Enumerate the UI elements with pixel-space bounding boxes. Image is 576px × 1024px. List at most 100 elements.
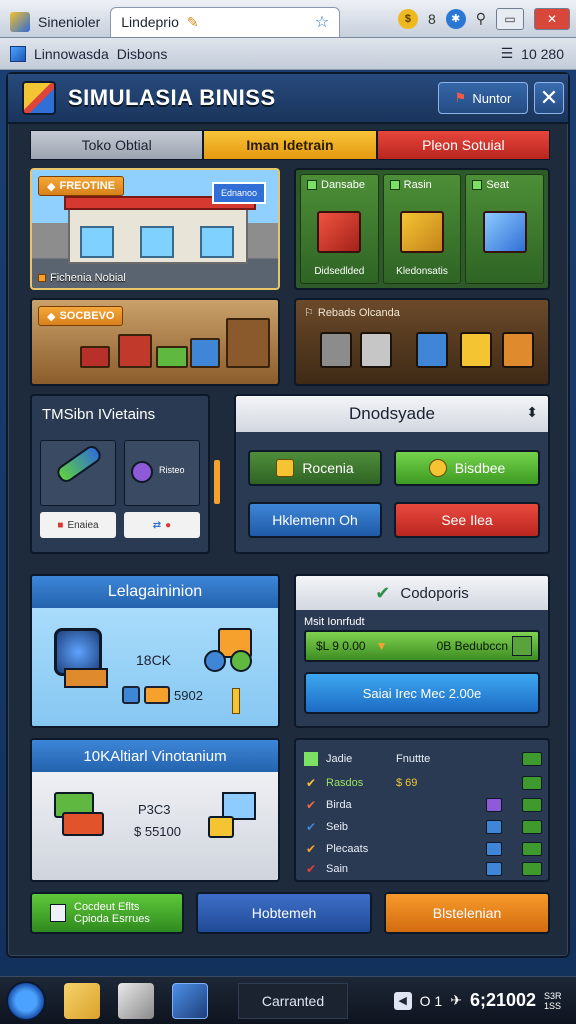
app-close-button[interactable]: ✕ <box>534 82 564 114</box>
blue-box-icon <box>486 862 502 876</box>
os-taskbar: Carranted ◀ O 1 ✈ 6;21002 S3R 1SS <box>0 976 576 1024</box>
list-item[interactable]: ✔ Rasdos $ 69 <box>304 774 542 792</box>
list-item-name: Seib <box>326 821 349 833</box>
list-item-toggle[interactable] <box>522 752 542 766</box>
list-item[interactable]: ✔ Sain <box>304 860 542 878</box>
finish-button[interactable]: Blstelenian <box>384 892 550 934</box>
tab-store[interactable]: Toko Obtial <box>30 130 204 160</box>
truck-icon: ■ <box>57 519 64 531</box>
action-button-4[interactable]: See Ilea <box>394 502 540 538</box>
red-box-icon <box>317 211 362 253</box>
cart-item-icon <box>360 332 392 368</box>
store-window <box>140 226 174 258</box>
divider-handle[interactable] <box>214 460 220 504</box>
os-tab-1[interactable]: Sinenioler <box>0 7 110 37</box>
tag-icon: ◆ <box>47 180 56 193</box>
arrows-icon: ⇄ <box>152 519 162 531</box>
purchase-label-text: Rebads Olcanda <box>317 306 400 319</box>
product-title-label: Dansabe <box>321 179 366 191</box>
tab-image[interactable]: Iman Idetrain <box>203 130 377 160</box>
secondary-tab-1[interactable]: Linnowasda <box>34 46 109 62</box>
select-dropdown[interactable]: Dnodsyade ⬍ <box>236 396 548 432</box>
stats-slot[interactable]: Risteo <box>124 440 200 506</box>
list-item[interactable]: ✔ Birda <box>304 796 542 814</box>
product-card[interactable]: Seat <box>465 174 545 284</box>
secondary-tab-2[interactable]: Disbons <box>117 46 168 62</box>
battery-icon <box>54 442 104 486</box>
codeport-button[interactable]: Saiai Irec Mec 2.00e <box>304 672 540 714</box>
check-icon: ✔ <box>305 798 317 812</box>
list-item-toggle[interactable] <box>522 820 542 834</box>
crate-icon <box>80 346 110 368</box>
report-button[interactable]: Cocdeut Eflts Cpioda Esrrues <box>30 892 184 934</box>
list-item-toggle[interactable] <box>522 862 542 876</box>
action-button-3[interactable]: Hklemenn Oh <box>248 502 382 538</box>
action-button-4-label: See Ilea <box>441 512 493 528</box>
lock-icon[interactable]: ⚲ <box>476 10 486 27</box>
list-item[interactable]: ✔ Plecaats <box>304 840 542 858</box>
header-button-label: Nuntor <box>472 90 512 106</box>
info-line-1: P3C3 <box>138 802 171 817</box>
list-item-toggle[interactable] <box>522 776 542 790</box>
speaker-icon[interactable]: ◀ <box>393 991 412 1010</box>
action-button-1[interactable]: Rocenia <box>248 450 382 486</box>
evaluation-title: Lelagaininion <box>32 576 278 608</box>
store-panel[interactable]: ◆ FREOTINE Ednanoo Fichenia Nobial <box>30 168 280 290</box>
store-caption-label: Fichenia Nobial <box>50 272 126 284</box>
taskbar-label[interactable]: Carranted <box>238 982 348 1019</box>
action-button-2[interactable]: Bisdbee <box>394 450 540 486</box>
codeport-bar-right: 0B Bedubccn <box>436 639 508 653</box>
shield-icon <box>482 211 527 253</box>
folder-icon[interactable] <box>64 982 100 1019</box>
warehouse-panel[interactable]: ◆ SOCBEVO <box>30 298 280 386</box>
list-item-toggle[interactable] <box>522 842 542 856</box>
store-building-illustration <box>64 196 256 264</box>
blue-box-icon <box>486 820 502 834</box>
product-title: Dansabe <box>307 179 365 191</box>
main-action-button[interactable]: Hobtemeh <box>196 892 372 934</box>
progress-knob[interactable] <box>512 636 532 656</box>
tab-plan[interactable]: Pleon Sotuial <box>376 130 550 160</box>
coin-icon[interactable]: $ <box>397 8 418 29</box>
box-app-icon[interactable] <box>118 982 154 1019</box>
box-item-icon <box>502 332 534 368</box>
list-item-name: Rasdos <box>326 777 364 789</box>
blue-box-icon <box>486 842 502 856</box>
product-icon <box>389 180 400 190</box>
list-item-toggle[interactable] <box>522 798 542 812</box>
product-card[interactable]: Rasin Kledonsatis <box>382 174 462 284</box>
start-button[interactable] <box>6 980 46 1021</box>
network-icon[interactable]: ✱ <box>445 8 466 29</box>
os-tab-2[interactable]: Lindeprio ✎ ☆ <box>110 6 341 37</box>
list-item[interactable]: ✔ Seib <box>304 818 542 836</box>
info-title: 10KAltiarl Vinotanium <box>32 740 278 772</box>
stats-slot[interactable] <box>40 440 116 506</box>
select-panel: Dnodsyade ⬍ Rocenia Bisdbee Hklemenn Oh … <box>234 394 550 554</box>
product-icon <box>307 180 317 190</box>
codeport-progress[interactable]: $L 9 0.00 ▼ 0B Bedubccn <box>304 630 540 662</box>
store-chip: ◆ FREOTINE <box>38 176 125 196</box>
menu-icon[interactable]: ☰ <box>501 45 514 62</box>
maximize-button[interactable]: ▭ <box>496 7 524 30</box>
list-item[interactable]: Jadie Fnuttte <box>304 750 542 768</box>
list-item-name: Birda <box>326 799 352 811</box>
product-title-label: Seat <box>486 179 509 191</box>
check-icon: ✔ <box>305 820 317 834</box>
active-app-icon[interactable] <box>172 982 208 1019</box>
header-button[interactable]: ⚑ Nuntor <box>438 82 528 114</box>
secondary-right-text: 10 280 <box>521 45 564 62</box>
purchase-panel[interactable]: ⚐ Rebads Olcanda <box>294 298 550 386</box>
list-item-detail: Fnuttte <box>396 753 431 765</box>
network-icon[interactable]: ✈ <box>450 992 462 1009</box>
clock[interactable]: 6;21002 <box>470 990 536 1011</box>
star-icon[interactable]: ☆ <box>315 12 329 32</box>
product-card[interactable]: Dansabe Didsedlded <box>300 174 379 284</box>
stats-foot-2[interactable]: ⇄ ● <box>124 512 200 538</box>
report-button-label: Cocdeut Eflts Cpioda Esrrues <box>74 901 150 925</box>
product-title: Seat <box>472 179 509 191</box>
window-close-button[interactable]: ✕ <box>534 7 570 30</box>
secondary-right: ☰ 10 280 <box>501 45 564 62</box>
check-icon: ✔ <box>375 582 391 603</box>
pin-icon[interactable]: ✎ <box>187 14 199 31</box>
stats-foot-1[interactable]: ■ Enaiea <box>40 512 116 538</box>
